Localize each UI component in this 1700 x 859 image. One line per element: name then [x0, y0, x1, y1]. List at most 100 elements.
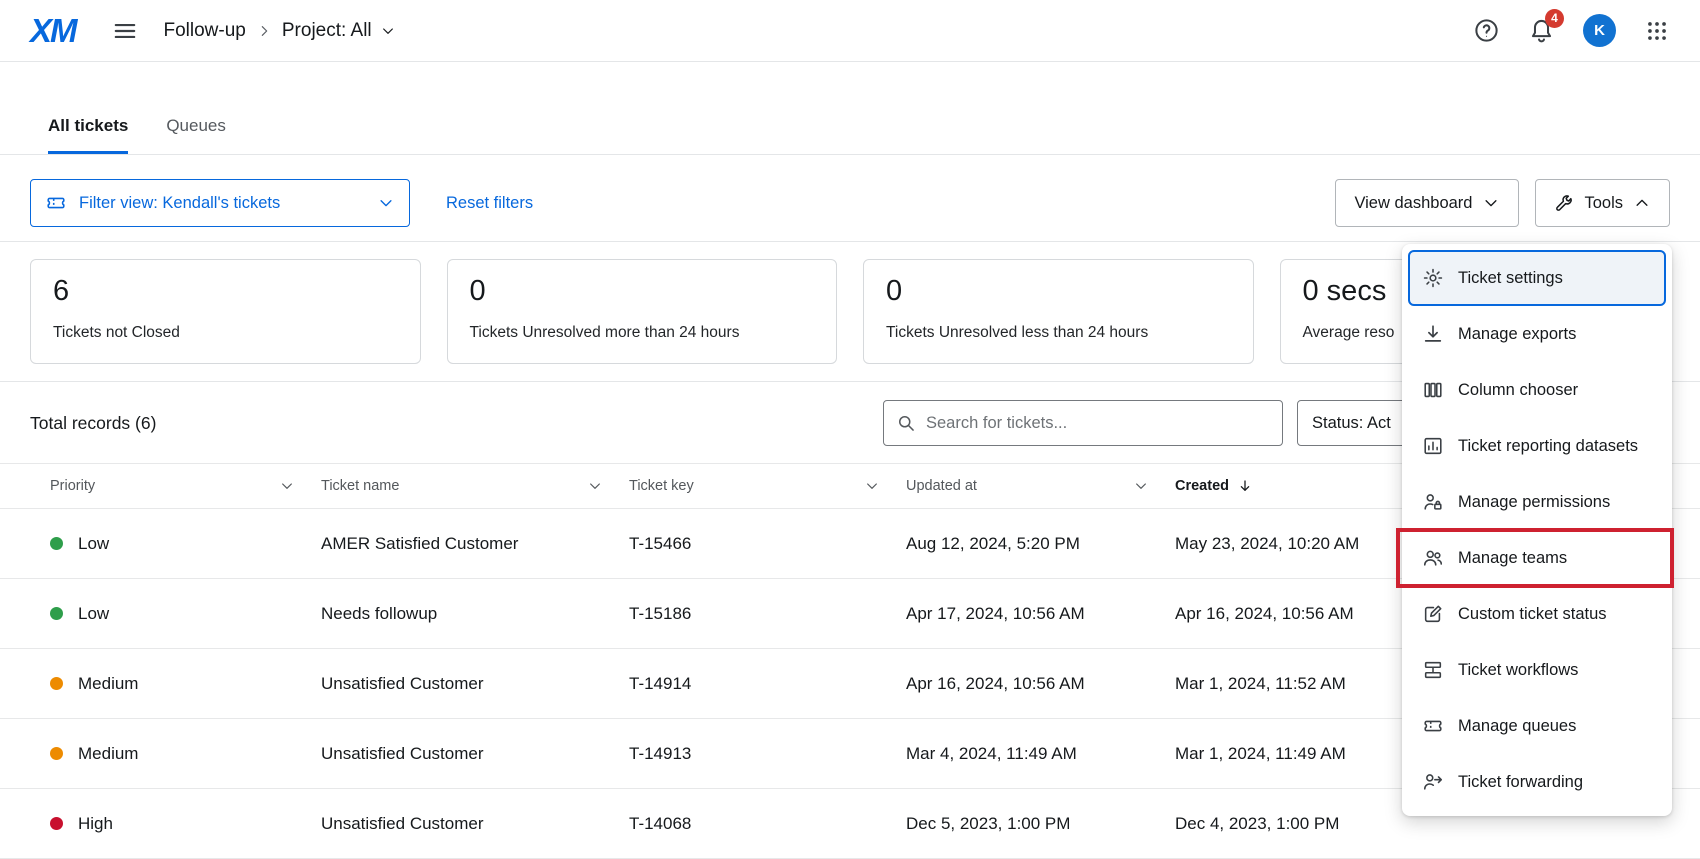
- column-header-ticket-key[interactable]: Ticket key: [629, 478, 906, 494]
- column-header-updated-at[interactable]: Updated at: [906, 478, 1175, 494]
- menu-item-label: Column chooser: [1458, 381, 1578, 400]
- menu-item-label: Ticket workflows: [1458, 661, 1578, 680]
- tabs-bar: All tickets Queues: [0, 62, 1700, 155]
- stat-card-not-closed: 6 Tickets not Closed: [30, 259, 421, 364]
- tools-button[interactable]: Tools: [1535, 179, 1670, 227]
- menu-item-label: Custom ticket status: [1458, 605, 1607, 624]
- stat-card-unresolved-more-24h: 0 Tickets Unresolved more than 24 hours: [447, 259, 838, 364]
- xm-logo[interactable]: XM: [30, 12, 76, 50]
- tools-menu: Ticket settings Manage exports Column ch…: [1402, 244, 1672, 816]
- column-header-priority[interactable]: Priority: [50, 478, 321, 494]
- tools-menu-item[interactable]: Custom ticket status: [1408, 586, 1666, 642]
- tools-menu-item[interactable]: Ticket workflows: [1408, 642, 1666, 698]
- ticket-key: T-14068: [629, 814, 906, 834]
- app-grid-icon[interactable]: [1644, 18, 1670, 44]
- menu-item-label: Ticket forwarding: [1458, 773, 1583, 792]
- priority-dot: [50, 537, 63, 550]
- filter-view-label: Filter view: Kendall's tickets: [79, 194, 280, 213]
- tools-menu-item[interactable]: Ticket settings: [1408, 250, 1666, 306]
- ticket-name: Needs followup: [321, 604, 629, 624]
- sort-descending-icon: [1237, 478, 1253, 494]
- chevron-right-icon: [256, 23, 272, 39]
- chevron-down-icon: [587, 478, 603, 494]
- priority-cell: High: [50, 814, 321, 834]
- search-input[interactable]: [926, 414, 1270, 433]
- stat-label: Tickets not Closed: [53, 324, 398, 342]
- workflow-icon: [1422, 659, 1444, 681]
- notifications-bell-icon[interactable]: 4: [1528, 17, 1555, 44]
- ticket-name: Unsatisfied Customer: [321, 814, 629, 834]
- ticket-name: AMER Satisfied Customer: [321, 534, 629, 554]
- ticket-icon: [45, 192, 67, 214]
- tab-queues[interactable]: Queues: [166, 116, 226, 154]
- tab-all-tickets[interactable]: All tickets: [48, 116, 128, 154]
- ticket-name: Unsatisfied Customer: [321, 744, 629, 764]
- stat-card-unresolved-less-24h: 0 Tickets Unresolved less than 24 hours: [863, 259, 1254, 364]
- stat-value: 0: [886, 275, 1231, 308]
- updated-at: Apr 16, 2024, 10:56 AM: [906, 674, 1175, 694]
- stat-label: Tickets Unresolved less than 24 hours: [886, 324, 1231, 342]
- breadcrumb-project[interactable]: Project: All: [282, 20, 396, 42]
- tools-menu-item[interactable]: Column chooser: [1408, 362, 1666, 418]
- chevron-down-icon: [1482, 194, 1500, 212]
- total-records-label: Total records (6): [30, 413, 156, 434]
- menu-item-label: Ticket reporting datasets: [1458, 437, 1638, 456]
- user-avatar[interactable]: K: [1583, 14, 1616, 47]
- stat-value: 6: [53, 275, 398, 308]
- columns-icon: [1422, 379, 1444, 401]
- priority-cell: Low: [50, 534, 321, 554]
- priority-dot: [50, 747, 63, 760]
- tools-menu-item[interactable]: Manage exports: [1408, 306, 1666, 362]
- filter-toolbar: Filter view: Kendall's tickets Reset fil…: [0, 155, 1700, 241]
- created-at: Dec 4, 2023, 1:00 PM: [1175, 814, 1670, 834]
- notification-badge: 4: [1545, 9, 1564, 28]
- ticket-key: T-15186: [629, 604, 906, 624]
- menu-item-label: Manage teams: [1458, 549, 1567, 568]
- download-icon: [1422, 323, 1444, 345]
- hamburger-menu-icon[interactable]: [112, 18, 138, 44]
- priority-dot: [50, 677, 63, 690]
- updated-at: Dec 5, 2023, 1:00 PM: [906, 814, 1175, 834]
- search-icon: [896, 413, 916, 433]
- menu-item-label: Manage queues: [1458, 717, 1576, 736]
- priority-label: Low: [78, 604, 109, 624]
- menu-item-label: Manage exports: [1458, 325, 1576, 344]
- priority-cell: Medium: [50, 674, 321, 694]
- help-icon[interactable]: [1473, 17, 1500, 44]
- top-bar: XM Follow-up Project: All 4 K: [0, 0, 1700, 62]
- chevron-down-icon: [279, 478, 295, 494]
- ticket-search: [883, 400, 1283, 446]
- priority-dot: [50, 607, 63, 620]
- updated-at: Aug 12, 2024, 5:20 PM: [906, 534, 1175, 554]
- updated-at: Mar 4, 2024, 11:49 AM: [906, 744, 1175, 764]
- chevron-down-icon: [380, 23, 396, 39]
- tools-menu-item[interactable]: Manage queues: [1408, 698, 1666, 754]
- chevron-down-icon: [377, 194, 395, 212]
- breadcrumb-followup[interactable]: Follow-up: [164, 20, 246, 42]
- tools-menu-item[interactable]: Manage teams: [1408, 530, 1666, 586]
- reset-filters-link[interactable]: Reset filters: [446, 194, 533, 213]
- ticket-icon: [1422, 715, 1444, 737]
- priority-cell: Medium: [50, 744, 321, 764]
- wrench-icon: [1554, 193, 1574, 213]
- menu-item-label: Manage permissions: [1458, 493, 1610, 512]
- tools-menu-item[interactable]: Ticket forwarding: [1408, 754, 1666, 810]
- updated-at: Apr 17, 2024, 10:56 AM: [906, 604, 1175, 624]
- chevron-down-icon: [864, 478, 880, 494]
- person-lock-icon: [1422, 491, 1444, 513]
- chart-icon: [1422, 435, 1444, 457]
- tools-menu-item[interactable]: Ticket reporting datasets: [1408, 418, 1666, 474]
- ticket-key: T-14914: [629, 674, 906, 694]
- ticket-key: T-15466: [629, 534, 906, 554]
- ticket-name: Unsatisfied Customer: [321, 674, 629, 694]
- ticket-key: T-14913: [629, 744, 906, 764]
- view-dashboard-button[interactable]: View dashboard: [1335, 179, 1519, 227]
- stat-label: Tickets Unresolved more than 24 hours: [470, 324, 815, 342]
- priority-label: Medium: [78, 744, 138, 764]
- forward-icon: [1422, 771, 1444, 793]
- tools-menu-item[interactable]: Manage permissions: [1408, 474, 1666, 530]
- breadcrumb: Follow-up Project: All: [164, 20, 396, 42]
- filter-view-select[interactable]: Filter view: Kendall's tickets: [30, 179, 410, 227]
- column-header-ticket-name[interactable]: Ticket name: [321, 478, 629, 494]
- priority-label: Low: [78, 534, 109, 554]
